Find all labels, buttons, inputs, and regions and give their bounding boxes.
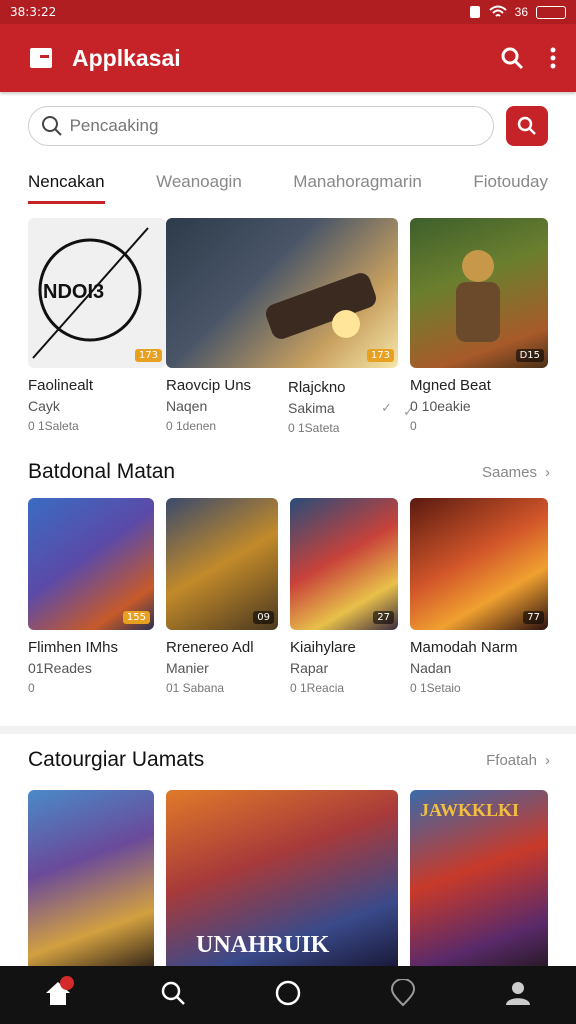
app-bar: Applkasai xyxy=(0,24,576,92)
section1-title-2: Rrenereo Adl xyxy=(166,639,254,656)
section1-card-2[interactable]: 09 Rrenereo Adl Manier 01 Sabana xyxy=(166,498,278,695)
featured-badge-4: D15 xyxy=(515,349,544,362)
nav-home[interactable] xyxy=(28,968,88,1018)
tab-weanoagin[interactable]: Weanoagin xyxy=(156,168,242,204)
featured-art-4 xyxy=(456,250,500,342)
tab-fiotouday[interactable]: Fiotouday xyxy=(473,168,548,204)
search-nav-icon xyxy=(161,981,185,1005)
section2-thumb-1 xyxy=(28,790,154,966)
featured-subtitle-1: Cayk xyxy=(28,398,60,414)
section1-card-4[interactable]: 77 Mamodah Narm Nadan 0 1Setaio xyxy=(410,498,548,695)
section-1-header: Batdonal Matan Saames › xyxy=(28,460,550,484)
chevron-right-icon: › xyxy=(545,463,550,481)
section1-meta-2: 01 Sabana xyxy=(166,681,225,695)
tab-nencakan[interactable]: Nencakan xyxy=(28,168,105,204)
featured-meta-3: 0 1Sateta xyxy=(288,421,340,435)
section1-title-4: Mamodah Narm xyxy=(410,639,518,656)
section1-meta-4: 0 1Setaio xyxy=(410,681,461,695)
section2-banner-3: JAWKKLKI xyxy=(420,800,520,820)
section1-thumb-1: 155 xyxy=(28,498,154,630)
section1-subtitle-2: Manier xyxy=(166,660,209,676)
search-field-icon xyxy=(42,116,62,136)
battery-icon xyxy=(536,5,566,19)
section1-badge-3: 27 xyxy=(373,611,394,624)
section-1-more-label: Saames xyxy=(481,463,537,481)
notification-dot xyxy=(59,976,74,990)
featured-badge-2: 173 xyxy=(366,349,394,362)
download-icon-3[interactable]: ✓ xyxy=(381,400,392,416)
status-icons: 36 xyxy=(469,5,566,19)
section2-card-1[interactable] xyxy=(28,790,154,966)
circle-icon xyxy=(275,980,301,1006)
bottom-nav xyxy=(0,966,576,1024)
section1-title-3: Kiaihylare xyxy=(290,639,356,656)
nav-circle[interactable] xyxy=(258,968,318,1018)
featured-logo-text: NDOI3 xyxy=(43,281,104,303)
search-button[interactable] xyxy=(506,106,548,146)
section-1-see-more[interactable]: Saames › xyxy=(482,464,550,481)
section2-banner-2: UNAHRUIK xyxy=(196,932,330,958)
section1-title-1: Flimhen IMhs xyxy=(28,639,119,656)
app-logo-icon xyxy=(30,48,52,68)
app-title: Applkasai xyxy=(72,44,181,71)
featured-meta-1: 0 1Saleta xyxy=(28,419,79,433)
featured-subtitle-4: 0 10eakie xyxy=(410,398,471,414)
featured-logo-art: NDOI3 xyxy=(32,227,149,359)
tab-manahoragmarin[interactable]: Manahoragmarin xyxy=(293,168,422,204)
status-bar: 38:3:22 36 xyxy=(0,0,576,24)
search-button-icon xyxy=(517,116,536,135)
section1-card-3[interactable]: 27 Kiaihylare Rapar 0 1Reacia xyxy=(290,498,398,695)
featured-card-3[interactable]: Rlajckno Sakima 0 1Sateta ✓ xyxy=(288,370,398,435)
section2-card-3[interactable]: JAWKKLKI xyxy=(410,790,548,966)
featured-art-2 xyxy=(265,273,377,339)
section1-subtitle-3: Rapar xyxy=(290,660,329,676)
more-options-icon[interactable] xyxy=(550,47,556,69)
section1-meta-1: 0 xyxy=(28,681,35,695)
section1-badge-2: 09 xyxy=(253,611,274,624)
search-icon[interactable] xyxy=(500,46,524,70)
section1-meta-3: 0 1Reacia xyxy=(290,681,345,695)
section2-thumb-3: JAWKKLKI xyxy=(410,790,548,966)
location-icon xyxy=(391,979,416,1007)
section1-thumb-2: 09 xyxy=(166,498,278,630)
section-2-see-more[interactable]: Ffoatah › xyxy=(486,752,550,769)
section-2-title: Catourgiar Uamats xyxy=(28,748,205,771)
section-1-title: Batdonal Matan xyxy=(28,460,176,483)
section1-subtitle-1: 01Reades xyxy=(28,660,92,676)
chevron-right-icon-2: › xyxy=(545,751,550,769)
section-2-header: Catourgiar Uamats Ffoatah › xyxy=(28,748,550,772)
featured-title-3: Rlajckno xyxy=(288,379,346,396)
wifi-icon xyxy=(488,5,507,17)
signal-text: 36 xyxy=(514,5,528,19)
section1-badge-1: 155 xyxy=(122,611,150,624)
featured-thumb-2: 173 xyxy=(166,218,398,368)
section1-card-1[interactable]: 155 Flimhen IMhs 01Reades 0 xyxy=(28,498,154,695)
section1-thumb-3: 27 xyxy=(290,498,398,630)
sim-icon xyxy=(469,6,480,18)
featured-badge-1: 173 xyxy=(134,349,162,362)
featured-thumb-4: D15 xyxy=(410,218,548,368)
featured-thumb-1: NDOI3 173 xyxy=(28,218,166,368)
search-input[interactable] xyxy=(69,116,481,136)
featured-card-1[interactable]: NDOI3 173 Faolinealt Cayk 0 1Saleta xyxy=(28,218,166,433)
featured-meta-4: 0 xyxy=(410,419,417,433)
section2-card-2[interactable]: UNAHRUIK xyxy=(166,790,398,966)
profile-icon xyxy=(506,982,531,1005)
nav-search[interactable] xyxy=(143,968,203,1018)
nav-profile[interactable] xyxy=(488,968,548,1018)
nav-location[interactable] xyxy=(373,968,433,1018)
tab-bar: Nencakan Weanoagin Manahoragmarin Fiotou… xyxy=(28,168,548,204)
status-time: 38:3:22 xyxy=(10,5,57,19)
featured-title-4: Mgned Beat xyxy=(410,377,491,394)
search-box[interactable] xyxy=(28,106,494,146)
section1-badge-4: 77 xyxy=(523,611,544,624)
section1-thumb-4: 77 xyxy=(410,498,548,630)
section1-subtitle-4: Nadan xyxy=(410,660,452,676)
section-2-more-label: Ffoatah xyxy=(486,751,537,769)
featured-title-1: Faolinealt xyxy=(28,377,94,394)
section2-thumb-2: UNAHRUIK xyxy=(166,790,398,966)
search-row xyxy=(28,106,548,146)
section-divider xyxy=(0,726,576,734)
featured-card-4[interactable]: D15 Mgned Beat 0 10eakie 0 xyxy=(410,218,548,433)
